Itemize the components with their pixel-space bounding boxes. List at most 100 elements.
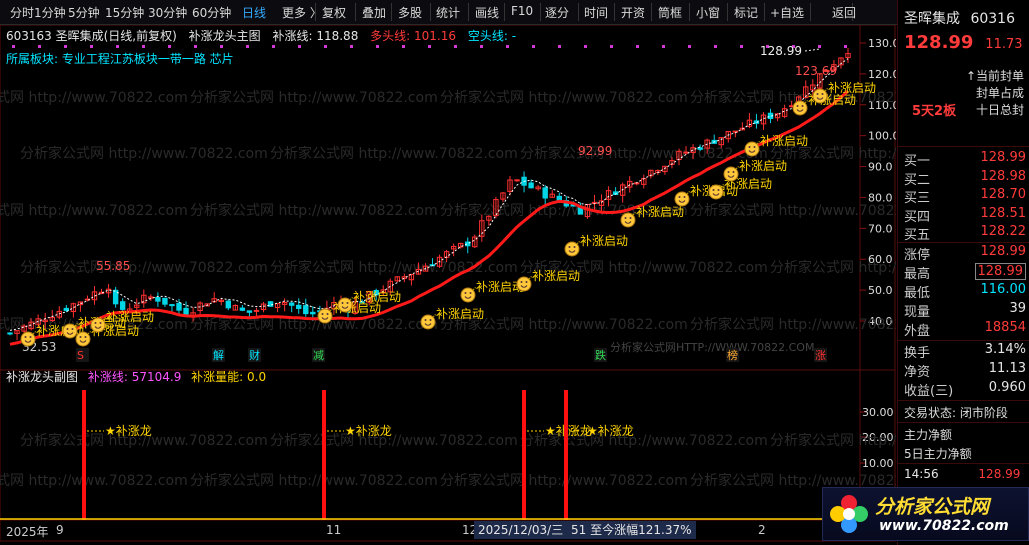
toolbar-separator <box>689 3 690 21</box>
stats-label: 最高 <box>904 267 931 282</box>
toolbar-item-17[interactable]: 筒框 <box>658 4 682 21</box>
toolbar-item-14[interactable]: 逐分 <box>545 4 569 21</box>
toolbar-item-18[interactable]: 小窗 <box>696 4 720 21</box>
candle-body <box>310 311 316 315</box>
toolbar-item-5[interactable]: 60分钟 <box>192 4 231 21</box>
toolbar-item-19[interactable]: 标记 <box>734 4 758 21</box>
axis-month-11: 11 <box>326 523 342 537</box>
signal-dot <box>12 45 15 48</box>
signal-dot <box>64 45 67 48</box>
toolbar-item-21[interactable]: 返回 <box>832 4 856 21</box>
bu-zhang-long-bar <box>82 390 86 520</box>
event-marker-5: 榜 <box>727 348 738 362</box>
smiley-eye <box>326 313 329 315</box>
cursor-date: 2025/12/03/三 <box>478 523 564 537</box>
toolbar-item-15[interactable]: 时间 <box>584 4 608 21</box>
toolbar-item-16[interactable]: 开资 <box>621 4 645 21</box>
candle-body <box>176 302 182 311</box>
toolbar-item-0[interactable]: 分时 <box>10 4 34 21</box>
signal-dot <box>740 45 743 48</box>
book-row: 买二 128.98 <box>904 169 1026 188</box>
smiley-eye <box>748 146 751 148</box>
signal-dot <box>376 45 379 48</box>
event-marker-2: 财 <box>249 348 260 362</box>
smiley-eye <box>66 328 69 330</box>
smiley-eye <box>816 93 819 95</box>
smiley-eye <box>321 313 324 315</box>
smiley-marker-icon <box>460 287 476 303</box>
bu-zhang-long-label: ★补涨龙 <box>105 423 152 438</box>
logo-text: 分析家公式网 <box>875 496 990 518</box>
kline-chart-area[interactable]: 130.0120.0110.0100.090.080.070.060.050.0… <box>0 24 1018 542</box>
main-net-flow[interactable]: 主力净额 <box>904 426 952 443</box>
signal-dot <box>272 45 275 48</box>
candle-body <box>63 307 70 311</box>
toolbar-item-4[interactable]: 30分钟 <box>148 4 187 21</box>
stats2-value: 11.13 <box>988 361 1026 376</box>
candle-body <box>119 301 126 310</box>
signal-dot <box>38 45 41 48</box>
watermark-text: 分析家公式网 http://www.70822.com <box>690 202 896 219</box>
toolbar-item-3[interactable]: 15分钟 <box>105 4 144 21</box>
smiley-marker-icon <box>564 241 580 257</box>
toolbar-item-9[interactable]: 叠加 <box>362 4 386 21</box>
toolbar-item-1[interactable]: 1分钟 <box>34 4 66 21</box>
toolbar-item-12[interactable]: 画线 <box>475 4 499 21</box>
stats2-row: 净资 11.13 <box>904 361 1026 380</box>
toolbar-separator <box>504 3 505 21</box>
book-value: 128.51 <box>980 205 1027 221</box>
smiley-eye <box>464 292 467 294</box>
toolbar-item-20[interactable]: +自选 <box>770 4 804 21</box>
signal-dot <box>688 45 691 48</box>
subchart-title[interactable]: 补涨龙头副图 <box>6 370 78 384</box>
kline-chart[interactable]: 130.0120.0110.0100.090.080.070.060.050.0… <box>0 24 1018 542</box>
book-value: 128.99 <box>980 150 1027 165</box>
signal-dot <box>844 45 847 48</box>
axis-year: 2025年 <box>6 525 49 539</box>
toolbar-item-13[interactable]: F10 <box>511 4 533 18</box>
tick-time: 14:56 <box>904 467 939 481</box>
candle-body <box>542 187 548 199</box>
logo-url: www.70822.com <box>879 518 1009 534</box>
axis-month-2: 2 <box>758 523 766 537</box>
candle-body <box>528 182 534 189</box>
signal-dot <box>90 45 93 48</box>
flower-logo-icon <box>830 495 868 533</box>
toolbar-item-8[interactable]: 复权 <box>322 4 346 21</box>
bu-zhang-long-bar <box>322 390 326 520</box>
toolbar-item-7[interactable]: 更多 〉 <box>282 4 322 21</box>
cursor-pct: 51 至今涨幅121.37% <box>571 523 692 537</box>
watermark-text: 分析家公式网 http://www.70822.com <box>0 202 188 219</box>
candle-body <box>7 332 13 335</box>
signal-dot <box>610 45 613 48</box>
bu-zhang-long-label: ★补涨龙 <box>345 423 392 438</box>
toolbar-item-10[interactable]: 多股 <box>398 4 422 21</box>
qidong-label: 补涨启动 <box>106 309 154 324</box>
stats2-row: 换手 3.14% <box>904 342 1026 361</box>
stats2-label: 收益(三) <box>904 384 954 399</box>
book-label: 买二 <box>904 172 931 188</box>
toolbar-separator <box>430 3 431 21</box>
stats2-label: 换手 <box>904 346 931 361</box>
notice-seal-ratio: 封单占成 <box>975 86 1024 100</box>
book-label: 买一 <box>904 154 931 169</box>
candle-body <box>253 309 260 312</box>
toolbar-item-6[interactable]: 日线 <box>242 4 266 21</box>
toolbar-separator <box>651 3 652 21</box>
toolbar-item-2[interactable]: 5分钟 <box>68 4 100 21</box>
event-marker-4: 跌 <box>595 348 606 362</box>
indicator-name[interactable]: 补涨龙头主图 <box>189 29 261 43</box>
watermark-text: 分析家公式网 http://www.70822.com <box>0 89 188 106</box>
stats-row: 最低 116.00 <box>904 282 1026 301</box>
smiley-eye <box>568 246 571 248</box>
watermark-text: 分析家公式网 http://www.70822.com <box>20 145 268 162</box>
tick-price: 128.99 <box>978 467 1021 481</box>
five-day-net-flow[interactable]: 5日主力净额 <box>904 445 972 462</box>
watermark-text: 分析家公式网 http://www.70822.com <box>190 472 438 489</box>
stats-row: 最高 128.99 <box>904 263 1026 282</box>
toolbar-item-11[interactable]: 统计 <box>436 4 460 21</box>
smiley-eye <box>678 196 681 198</box>
smiley-eye <box>99 322 102 324</box>
smiley-eye <box>573 246 576 248</box>
mid-high-label: 92.99 <box>578 144 612 158</box>
